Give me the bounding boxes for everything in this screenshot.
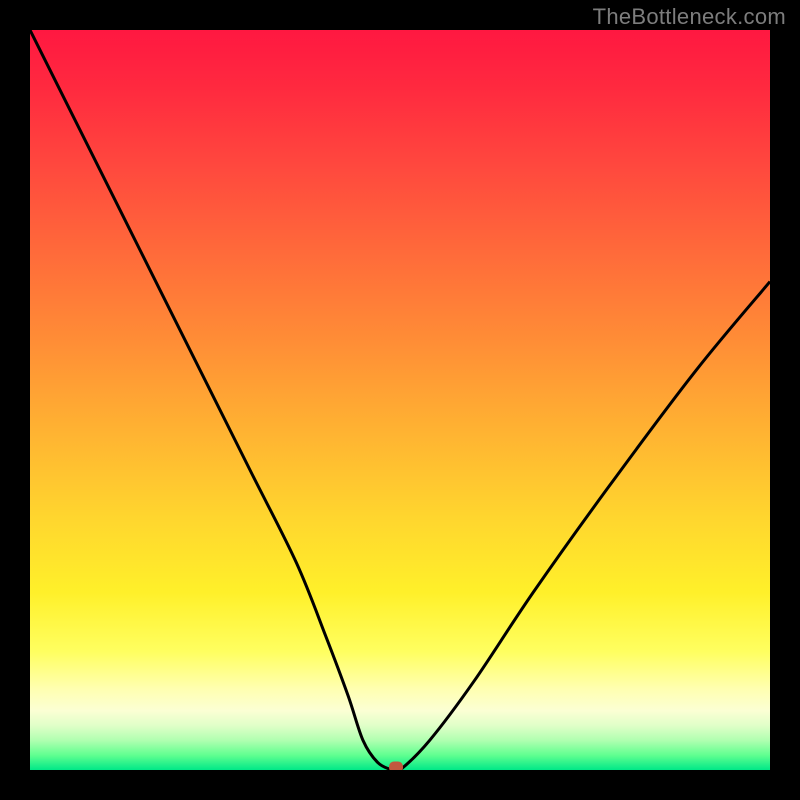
optimal-marker (389, 762, 403, 771)
plot-area (30, 30, 770, 770)
bottleneck-curve (30, 30, 770, 770)
watermark-text: TheBottleneck.com (593, 4, 786, 30)
chart-frame: TheBottleneck.com (0, 0, 800, 800)
curve-line (30, 30, 770, 770)
